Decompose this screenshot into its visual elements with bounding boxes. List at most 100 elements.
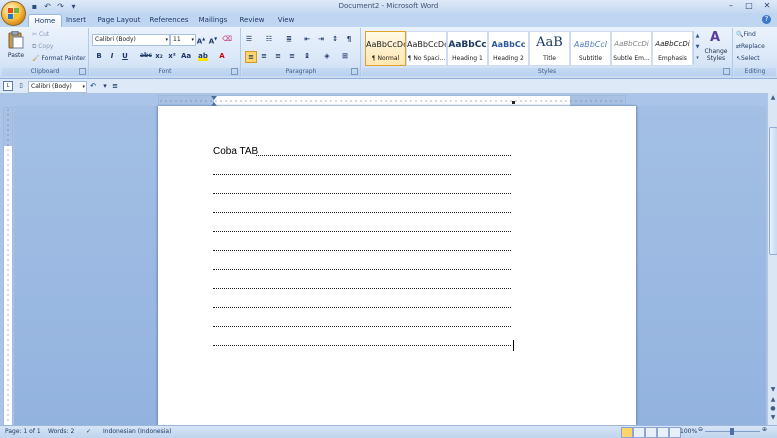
tab-insert[interactable]: Insert — [62, 14, 90, 26]
increase-indent-icon[interactable]: ⇥ — [316, 34, 326, 44]
next-page-icon[interactable]: ▼ — [768, 413, 777, 422]
style-name: Heading 2 — [493, 55, 524, 62]
grow-font-icon[interactable]: A▲ — [196, 34, 206, 45]
page-count[interactable]: Page: 1 of 1 — [5, 428, 41, 435]
scroll-down-icon[interactable]: ▼ — [768, 385, 777, 394]
style-normal[interactable]: AaBbCcDc ¶ Normal — [365, 31, 406, 66]
mini-font-combo[interactable]: Calibri (Body) ▾ — [28, 81, 87, 93]
change-case-icon[interactable]: Aa — [181, 51, 191, 61]
outline-icon[interactable] — [657, 427, 669, 438]
full-screen-reading-icon[interactable] — [633, 427, 645, 438]
vertical-scrollbar[interactable]: ▲ ▼ ▲ ● ▼ — [767, 93, 777, 425]
clear-formatting-icon[interactable]: ⌫ — [222, 34, 232, 44]
font-name-combo[interactable]: Calibri (Body) ▾ — [92, 34, 170, 46]
justify-icon[interactable]: ≡ — [287, 51, 297, 61]
tab-references[interactable]: References — [148, 14, 190, 26]
style-name: Subtitle — [578, 55, 603, 62]
style-subtle-emphasis[interactable]: AaBbCcDi Subtle Em... — [611, 31, 652, 66]
borders-icon[interactable]: ⊞ — [340, 51, 350, 61]
copy-button[interactable]: ⧉ Copy — [32, 41, 53, 52]
numbering-icon[interactable]: ☷ — [264, 34, 274, 44]
highlight-icon[interactable]: ab — [198, 51, 208, 61]
document-text-line[interactable]: Coba TAB — [213, 146, 258, 157]
tab-leader-line — [213, 250, 511, 251]
style-heading-1[interactable]: AaBbCc Heading 1 — [447, 31, 488, 66]
replace-button[interactable]: ⇄Replace — [736, 41, 765, 52]
align-center-icon[interactable]: ≡ — [259, 51, 269, 61]
zoom-in-icon[interactable]: ⊕ — [762, 426, 767, 433]
office-button[interactable] — [1, 1, 26, 26]
tab-leader-line — [213, 231, 511, 232]
print-layout-icon[interactable] — [621, 427, 633, 438]
close-button[interactable]: ✕ — [761, 1, 773, 11]
font-launcher-icon[interactable] — [231, 68, 238, 75]
font-color-icon[interactable]: A — [217, 51, 227, 61]
office-logo-icon — [8, 8, 19, 19]
scrollbar-thumb[interactable] — [769, 127, 777, 255]
style-no-spacing[interactable]: AaBbCcDc ¶ No Spaci... — [406, 31, 447, 66]
editing-group-label: Editing — [734, 68, 776, 76]
superscript-icon[interactable]: x² — [167, 51, 177, 61]
clipboard-launcher-icon[interactable] — [79, 68, 86, 75]
document-page[interactable]: Coba TAB — [158, 106, 636, 425]
web-layout-icon[interactable] — [645, 427, 657, 438]
ruler-toggle-icon[interactable]: L — [3, 81, 13, 91]
style-heading-2[interactable]: AaBbCc Heading 2 — [488, 31, 529, 66]
zoom-out-icon[interactable]: ⊖ — [698, 426, 703, 433]
styles-gallery-scroll[interactable]: ▲ ▼ ▾ — [693, 31, 701, 64]
shrink-font-icon[interactable]: A▼ — [208, 34, 218, 45]
multilevel-list-icon[interactable]: ≣ — [284, 34, 294, 44]
decrease-indent-icon[interactable]: ⇤ — [302, 34, 312, 44]
subscript-icon[interactable]: x₂ — [154, 51, 164, 61]
align-left-icon[interactable]: ≡ — [245, 51, 257, 63]
select-button[interactable]: ↖Select — [736, 53, 760, 64]
change-styles-button[interactable]: A Change Styles — [702, 30, 730, 66]
tab-leader-line — [213, 269, 511, 270]
tab-mailings[interactable]: Mailings — [196, 14, 230, 26]
help-icon[interactable]: ? — [762, 15, 771, 24]
font-size-combo[interactable]: 11 ▾ — [170, 34, 196, 46]
format-painter-button[interactable]: 🖌 Format Painter — [32, 53, 86, 64]
tab-view[interactable]: View — [273, 14, 299, 26]
prev-page-icon[interactable]: ▲ — [768, 395, 777, 404]
vertical-ruler[interactable] — [3, 107, 13, 426]
sort-icon[interactable]: ↕ — [330, 34, 340, 44]
zoom-slider-thumb[interactable] — [730, 428, 734, 435]
maximize-button[interactable]: □ — [743, 1, 755, 11]
proofing-icon[interactable]: ✓ — [86, 428, 91, 435]
paste-button[interactable]: Paste — [5, 31, 27, 63]
line-spacing-icon[interactable]: ↨ — [302, 51, 312, 61]
scroll-up-icon[interactable]: ▲ — [768, 93, 777, 102]
zoom-level[interactable]: 100% — [680, 428, 697, 435]
tab-page-layout[interactable]: Page Layout — [96, 14, 142, 26]
align-right-icon[interactable]: ≡ — [273, 51, 283, 61]
redo-icon[interactable]: ▾ — [100, 81, 110, 91]
paragraph-launcher-icon[interactable] — [351, 68, 358, 75]
editing-group: 🔍Find ⇄Replace ↖Select Editing — [734, 28, 776, 77]
tab-review[interactable]: Review — [237, 14, 267, 26]
bold-icon[interactable]: B — [94, 51, 104, 61]
find-button[interactable]: 🔍Find — [736, 29, 756, 40]
style-preview: AaBbCcDc — [366, 40, 405, 49]
strikethrough-icon[interactable]: abc — [140, 51, 152, 61]
tab-home[interactable]: Home — [28, 14, 62, 27]
style-emphasis[interactable]: AaBbCcDi Emphasis — [652, 31, 693, 66]
doc-icon[interactable]: ▯ — [16, 81, 26, 91]
cut-button[interactable]: ✂ Cut — [32, 29, 49, 40]
minimize-button[interactable]: – — [725, 1, 737, 11]
select-browse-object-icon[interactable]: ● — [768, 404, 777, 413]
styles-launcher-icon[interactable] — [723, 68, 730, 75]
word-count[interactable]: Words: 2 — [48, 428, 74, 435]
shading-icon[interactable]: ◈ — [322, 51, 332, 61]
undo-icon[interactable]: ↶ — [88, 81, 98, 91]
italic-icon[interactable]: I — [107, 51, 117, 61]
underline-icon[interactable]: U — [120, 51, 130, 61]
customize-icon[interactable]: ≡ — [110, 81, 120, 91]
language-indicator[interactable]: Indonesian (Indonesia) — [103, 428, 171, 435]
style-subtitle[interactable]: AaBbCcI Subtitle — [570, 31, 611, 66]
style-name: Emphasis — [658, 55, 687, 62]
style-title[interactable]: AaB Title — [529, 31, 570, 66]
show-marks-icon[interactable]: ¶ — [344, 34, 354, 44]
first-line-text: Coba TAB — [213, 146, 259, 157]
bullets-icon[interactable]: ☰ — [244, 34, 254, 44]
